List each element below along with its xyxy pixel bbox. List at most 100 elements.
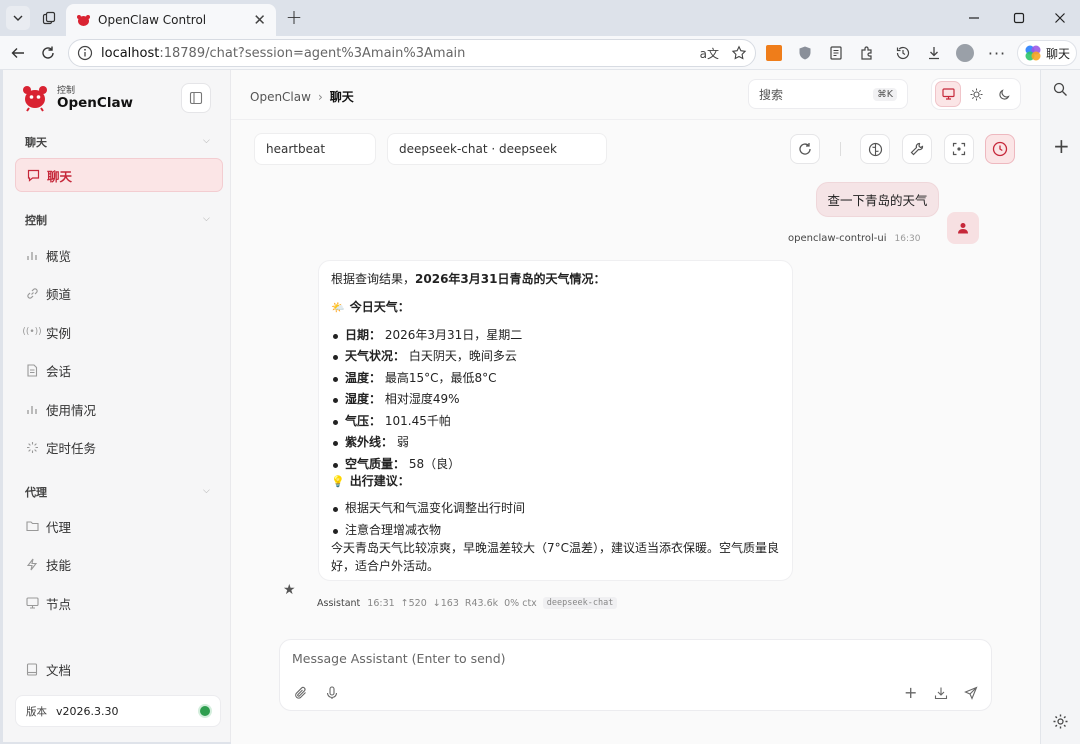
close-window-button[interactable] (1048, 6, 1072, 30)
attach-button[interactable] (294, 686, 308, 700)
theme-dark-button[interactable] (991, 81, 1017, 107)
sidebar-item-skills[interactable]: 技能 (15, 547, 223, 581)
search-input[interactable]: 搜索 ⌘K (748, 79, 908, 109)
theme-system-button[interactable] (935, 81, 961, 107)
assistant-star-icon: ★ (283, 582, 296, 598)
downloads-button[interactable] (924, 43, 944, 63)
collapse-sidebar-button[interactable] (181, 83, 211, 113)
more-menu-button[interactable]: ··· (987, 43, 1007, 63)
translate-icon[interactable]: a文 (700, 45, 719, 62)
paperclip-icon (295, 686, 306, 699)
page-title: 聊天 (329, 90, 354, 104)
extensions-button[interactable] (857, 43, 877, 63)
tips-list: 根据天气和气温变化调整出行时间 注意合理增减衣物 (331, 498, 780, 541)
brain-icon (868, 142, 882, 156)
send-button[interactable] (964, 686, 978, 700)
add-sidebar-app-button[interactable]: + (1053, 136, 1070, 156)
voice-button[interactable] (325, 686, 339, 700)
sidebar-item-sessions[interactable]: 会话 (15, 353, 223, 387)
copilot-chat-button[interactable]: 聊天 (1017, 40, 1078, 66)
sun-icon (970, 88, 982, 100)
more-icon: ··· (987, 43, 1007, 63)
tools-button[interactable] (902, 134, 932, 164)
assistant-summary: 今天青岛天气比较凉爽，早晚温差较大（7°C温差），建议适当添衣保暖。空气质量良好… (331, 541, 780, 573)
workspaces-button[interactable] (37, 6, 61, 30)
monitor-icon (941, 88, 955, 100)
version-value: v2026.3.30 (56, 704, 119, 718)
sidebar-item-usage[interactable]: 使用情况 (15, 392, 223, 426)
message-input[interactable]: Message Assistant (Enter to send) (292, 651, 506, 666)
new-tab-button[interactable]: + (282, 5, 306, 29)
sidebar-item-docs[interactable]: 文档 (15, 652, 223, 686)
radio-icon: ((•)) (22, 327, 42, 337)
user-time: 16:30 (894, 233, 921, 244)
sidebar-item-label: 代理 (46, 519, 72, 535)
chevron-down-icon[interactable]: ⌵ (203, 214, 210, 224)
extension-search-button[interactable] (764, 43, 784, 63)
tab-list-button[interactable] (6, 6, 30, 30)
browser-side-panel: + (1040, 70, 1080, 744)
maximize-icon (1013, 12, 1025, 24)
refresh-icon (799, 143, 811, 155)
refresh-button[interactable] (790, 134, 820, 164)
search-sidebar-button[interactable] (1053, 82, 1068, 97)
minimize-button[interactable] (962, 6, 986, 30)
export-button[interactable] (934, 686, 948, 700)
maximize-button[interactable] (1007, 6, 1031, 30)
reload-button[interactable] (38, 43, 58, 63)
url-host: localhost (101, 45, 160, 61)
sidebar-item-cron[interactable]: 定时任务 (15, 430, 223, 464)
list-item: 气压： 101.45千帕 (331, 411, 780, 433)
profile-button[interactable] (955, 43, 975, 63)
focus-button[interactable] (944, 134, 974, 164)
theme-switcher (931, 78, 1021, 110)
assistant-message-bubble: 根据查询结果，2026年3月31日青岛的天气情况： 🌤️ 今日天气： 日期： 20… (318, 260, 793, 581)
history-button[interactable] (893, 43, 913, 63)
browser-tab-bar: OpenClaw Control ✕ + (0, 0, 1080, 36)
close-tab-icon[interactable]: ✕ (253, 11, 266, 29)
sidebar-item-agents[interactable]: 代理 (15, 509, 223, 543)
sidebar-item-label: 技能 (46, 557, 72, 573)
composer: Message Assistant (Enter to send) + (279, 639, 992, 711)
sidebar-item-label: 定时任务 (46, 440, 97, 456)
extension-shield-button[interactable] (795, 43, 815, 63)
new-session-button[interactable]: + (904, 683, 917, 702)
side-panel-settings-button[interactable] (1052, 713, 1069, 730)
brand-name: OpenClaw (57, 95, 134, 111)
folder-icon (25, 520, 39, 532)
breadcrumb-parent[interactable]: OpenClaw (250, 90, 311, 104)
sidebar-item-channels[interactable]: 频道 (15, 276, 223, 310)
bolt-icon (25, 558, 39, 571)
clock-icon (992, 141, 1008, 157)
theme-light-button[interactable] (963, 81, 989, 107)
user-avatar (947, 212, 979, 244)
tokens-out: ↓163 (432, 597, 459, 609)
section-title-chat: 聊天 (25, 136, 47, 149)
back-button[interactable] (8, 43, 28, 63)
reading-view-button[interactable] (826, 43, 846, 63)
chevron-down-icon[interactable]: ⌵ (203, 486, 210, 496)
section-title-agents: 代理 (25, 486, 47, 499)
model-select[interactable]: deepseek-chat · deepseek (388, 134, 606, 164)
thinking-toggle-button[interactable] (860, 134, 890, 164)
sidebar-item-overview[interactable]: 概览 (15, 238, 223, 272)
star-icon[interactable] (731, 45, 747, 61)
book-icon (25, 662, 39, 676)
gear-icon (1053, 714, 1068, 729)
cron-button[interactable] (985, 134, 1015, 164)
sidebar-item-label: 使用情况 (46, 402, 97, 418)
close-icon (1055, 13, 1065, 23)
section-title-control: 控制 (25, 214, 47, 227)
chat-icon (26, 169, 40, 182)
breadcrumb-separator: › (317, 89, 323, 104)
chevron-down-icon[interactable]: ⌵ (203, 136, 210, 146)
info-icon (77, 45, 93, 61)
avatar (956, 44, 974, 62)
copilot-icon (1025, 45, 1041, 61)
sidebar-item-nodes[interactable]: 节点 (15, 586, 223, 620)
sidebar-item-instances[interactable]: ((•)) 实例 (15, 315, 223, 349)
browser-tab[interactable]: OpenClaw Control ✕ (66, 4, 276, 36)
session-select[interactable]: heartbeat (255, 134, 375, 164)
url-input[interactable]: localhost:18789/chat?session=agent%3Amai… (68, 39, 756, 67)
sidebar-item-chat[interactable]: 聊天 (15, 158, 223, 192)
